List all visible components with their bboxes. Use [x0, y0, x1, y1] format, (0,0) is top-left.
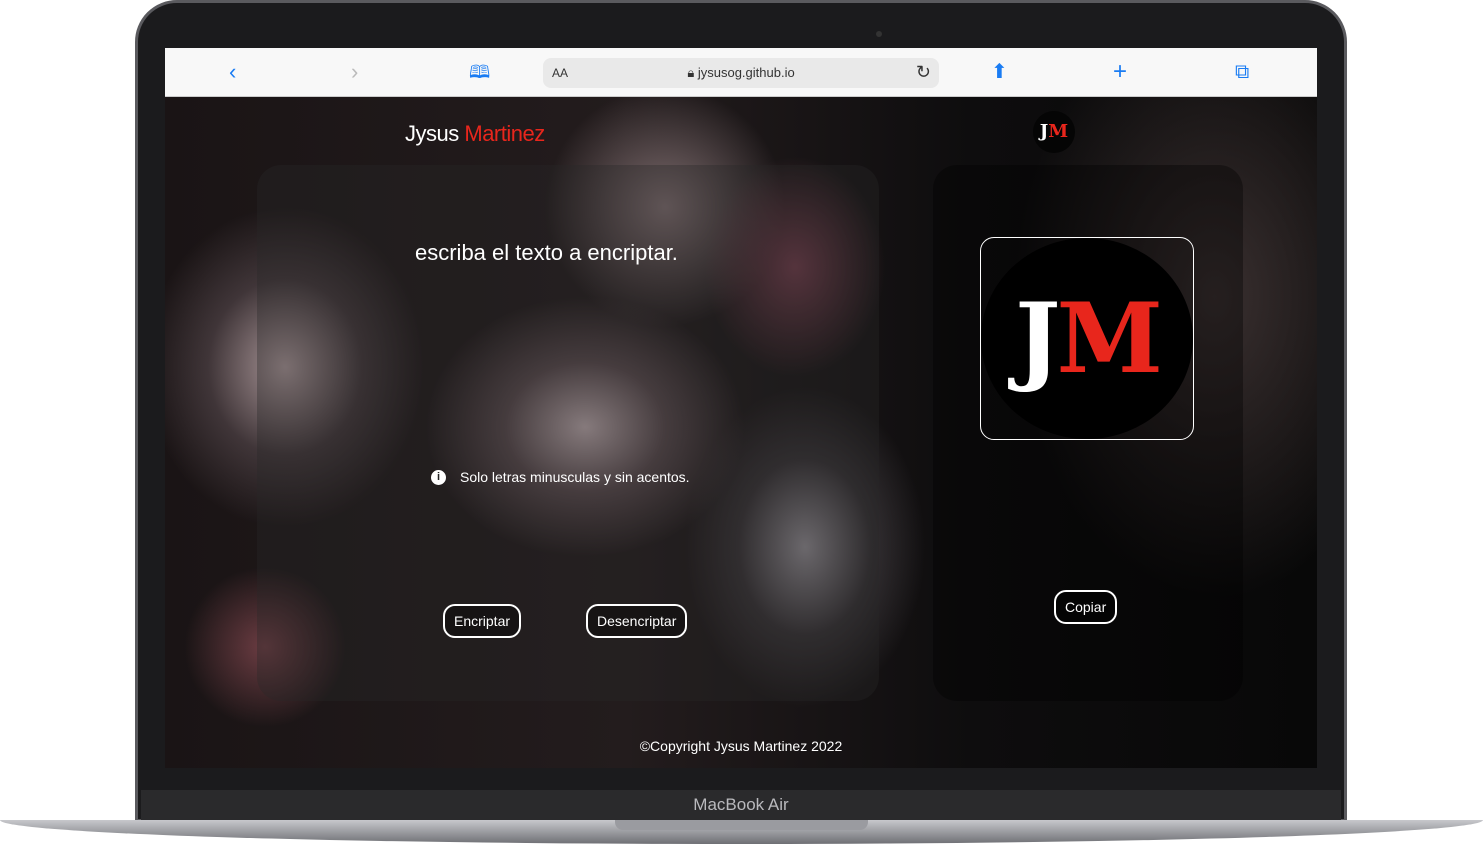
screen: ‹ › 🕮 AA 🔒︎ jysusog.github.io ↻ ⬆︎ + ⧉ J… [165, 48, 1317, 768]
footer: ©Copyright Jysus Martinez 2022 [639, 738, 843, 754]
reload-icon[interactable]: ↻ [916, 62, 931, 83]
chevron-right-icon[interactable]: › [351, 60, 358, 84]
copy-button[interactable]: Copiar [1054, 590, 1118, 624]
browser-toolbar: ‹ › 🕮 AA 🔒︎ jysusog.github.io ↻ ⬆︎ + ⧉ [165, 48, 1317, 97]
plus-icon[interactable]: + [1113, 60, 1127, 84]
chevron-left-icon[interactable]: ‹ [229, 60, 236, 84]
brand[interactable]: Jysus Martinez [405, 121, 545, 147]
encrypt-button[interactable]: Encriptar [443, 604, 522, 638]
share-icon[interactable]: ⬆︎ [991, 60, 1008, 84]
info-icon: i [431, 469, 446, 485]
jm-logo: JM [981, 238, 1193, 439]
address-bar[interactable]: AA 🔒︎ jysusog.github.io ↻ [543, 58, 939, 88]
tabs-icon[interactable]: ⧉ [1235, 60, 1249, 84]
camera [876, 31, 882, 37]
avatar: JM [1033, 111, 1075, 153]
text-input[interactable]: escriba el texto a encriptar. [415, 240, 678, 266]
laptop-base: MacBook Air [0, 790, 1483, 852]
web-page: Jysus Martinez JM escriba el texto a enc… [165, 97, 1317, 768]
decrypt-button[interactable]: Desencriptar [586, 604, 688, 638]
hint: i Solo letras minusculas y sin acentos. [431, 469, 690, 485]
book-icon[interactable]: 🕮 [469, 60, 490, 84]
url-text: jysusog.github.io [697, 65, 795, 80]
device-label: MacBook Air [693, 795, 789, 814]
lock-icon: 🔒︎ [687, 65, 698, 80]
output-textarea[interactable]: JM [980, 237, 1194, 440]
